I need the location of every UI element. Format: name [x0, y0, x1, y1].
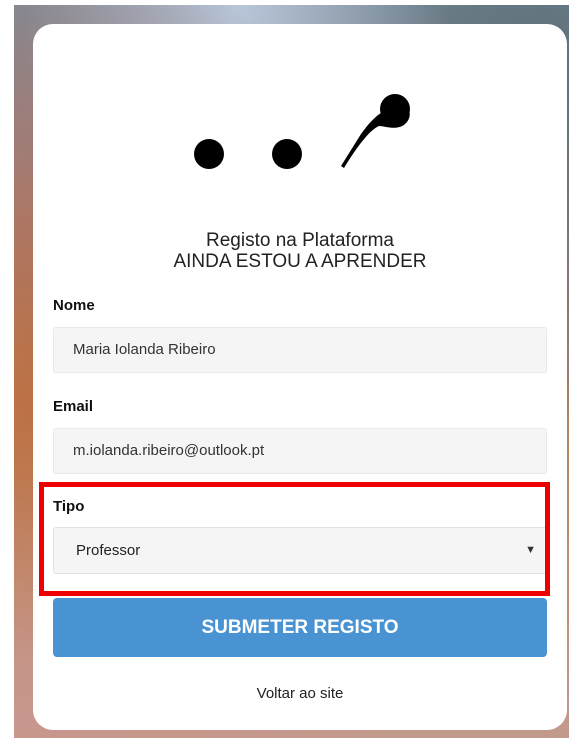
email-label: Email — [53, 398, 94, 415]
type-select-value: Professor — [76, 542, 141, 559]
dropdown-arrow-icon: ▼ — [525, 544, 536, 556]
submit-button[interactable]: SUBMETER REGISTO — [53, 598, 547, 657]
title-line-1: Registo na Plataforma — [206, 230, 394, 251]
type-select[interactable]: Professor ▼ — [53, 527, 547, 574]
page-title: Registo na Plataforma AINDA ESTOU A APRE… — [33, 230, 567, 272]
registration-card: Registo na Plataforma AINDA ESTOU A APRE… — [33, 24, 567, 730]
email-field[interactable]: m.iolanda.ribeiro@outlook.pt — [53, 428, 547, 474]
type-label: Tipo — [53, 498, 85, 515]
name-field[interactable]: Maria Iolanda Ribeiro — [53, 327, 547, 373]
back-to-site-link[interactable]: Voltar ao site — [33, 685, 567, 702]
name-label: Nome — [53, 297, 95, 314]
brand-logo-icon — [194, 94, 410, 169]
title-line-2: AINDA ESTOU A APRENDER — [173, 251, 427, 272]
